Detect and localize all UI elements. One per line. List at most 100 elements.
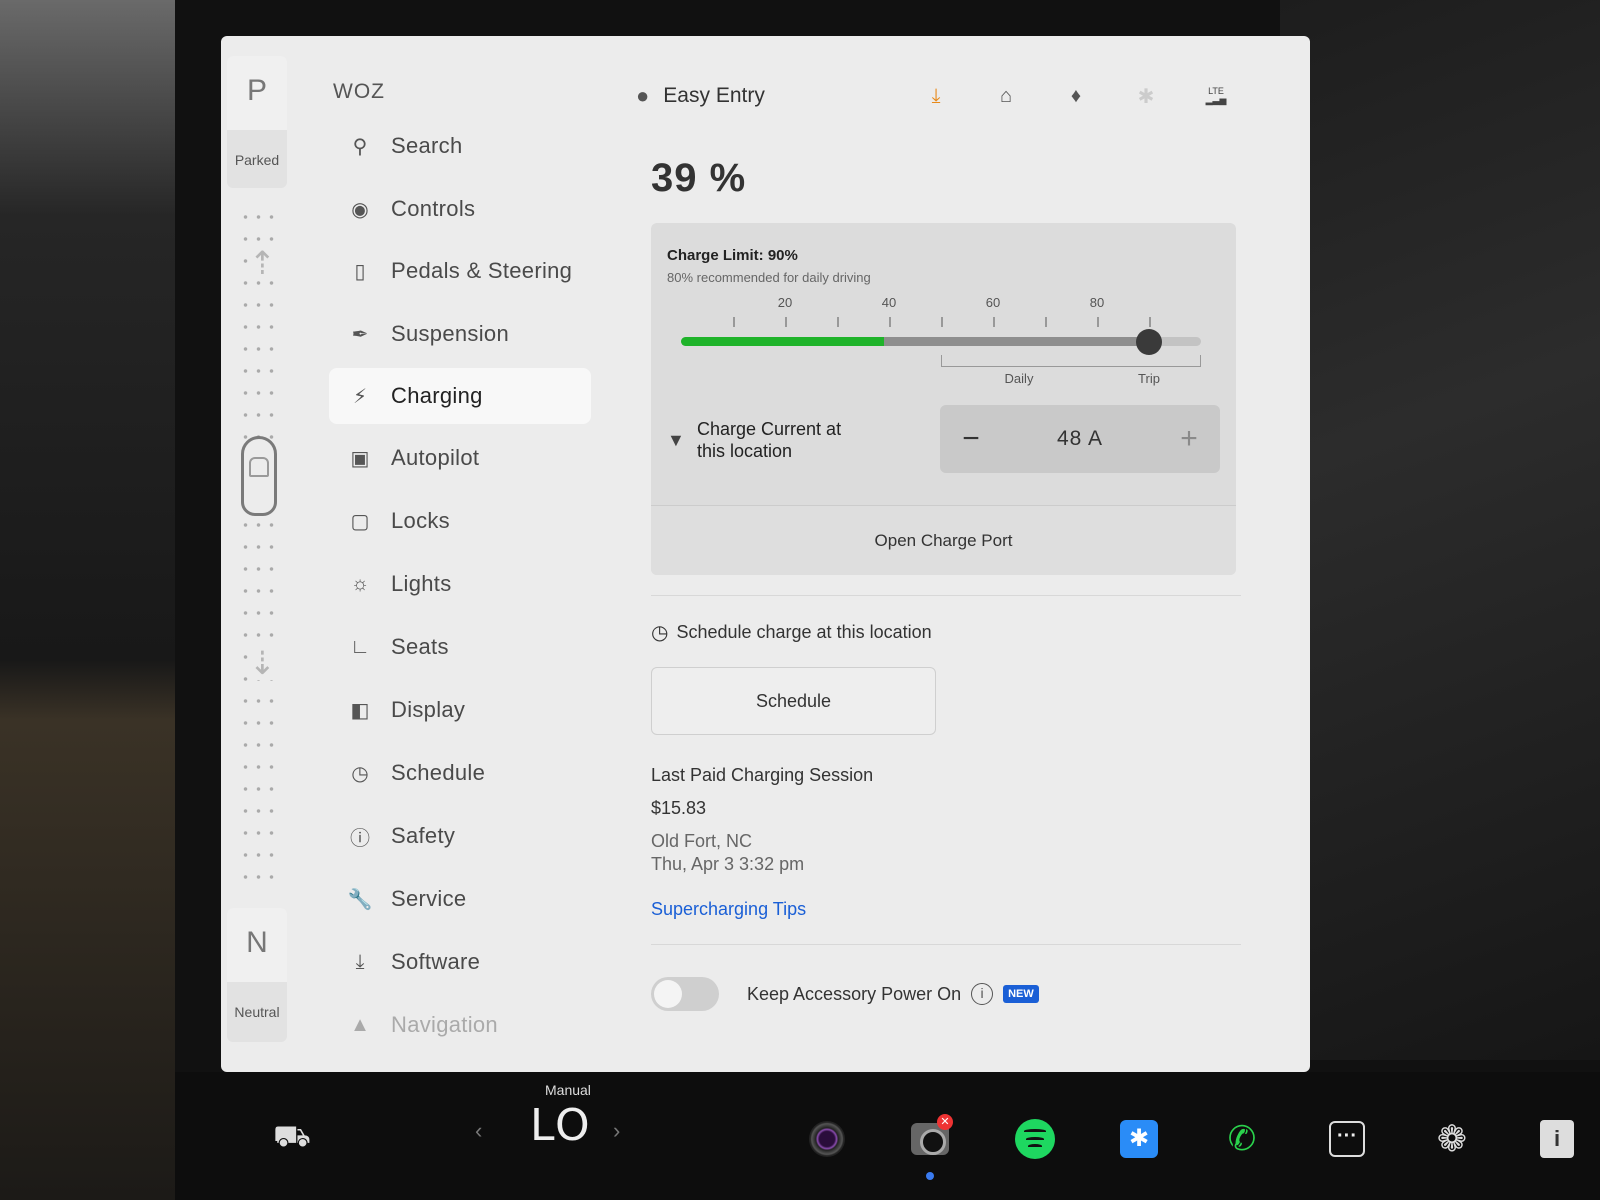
schedule-button[interactable]: Schedule	[651, 667, 936, 735]
gear-neutral-letter: N	[227, 908, 287, 982]
menu-item-seats[interactable]: ∟ Seats	[329, 619, 591, 675]
gear-dots	[239, 206, 279, 896]
menu-item-lights[interactable]: ☼ Lights	[329, 556, 591, 612]
gear-park-letter: P	[227, 56, 287, 130]
increase-current-button[interactable]: +	[1174, 422, 1204, 456]
slider-tick	[993, 317, 995, 327]
menu-item-display[interactable]: ◧ Display	[329, 682, 591, 738]
menu-item-controls[interactable]: ◉ Controls	[329, 181, 591, 237]
menu-item-safety[interactable]: ⓘ Safety	[329, 808, 591, 864]
divider	[651, 944, 1241, 945]
fan-icon[interactable]: ❁	[1425, 1112, 1479, 1166]
menu-item-schedule[interactable]: ◷ Schedule	[329, 745, 591, 801]
charging-panel: 39 % Charge Limit: 90% 80% recommended f…	[651, 156, 1241, 1011]
driver-profile-name[interactable]: Easy Entry	[663, 84, 765, 108]
charge-current-label: Charge Current at this location	[697, 418, 927, 462]
garage-icon[interactable]: ⌂	[986, 85, 1026, 108]
schedule-label: Schedule charge at this location	[676, 622, 932, 642]
status-icons: ⤓ ⌂ ♦ ✱ LTE ▂▃▅	[916, 78, 1236, 114]
menu-item-locks[interactable]: ▢ Locks	[329, 493, 591, 549]
menu-item-navigation[interactable]: ▲ Navigation	[329, 997, 591, 1053]
camera-icon[interactable]: ✕	[903, 1112, 957, 1180]
download-icon[interactable]: ⤓	[916, 85, 956, 108]
trip-range-label: Trip	[1138, 371, 1160, 386]
charge-limit-recommendation: 80% recommended for daily driving	[667, 270, 871, 285]
menu-item-label: Service	[391, 886, 467, 911]
gear-neutral[interactable]: N Neutral	[227, 908, 287, 1042]
info-icon[interactable]: i	[971, 983, 994, 1005]
download-icon: ⤓	[355, 950, 365, 973]
menu-item-charging[interactable]: ⚡ Charging	[329, 368, 591, 424]
seat-icon: ∟	[350, 635, 370, 658]
active-indicator	[926, 1172, 934, 1180]
dashcam-icon[interactable]	[800, 1112, 854, 1166]
menu-item-label: Navigation	[391, 1012, 498, 1037]
menu-item-label: Schedule	[391, 760, 486, 785]
menu-item-suspension[interactable]: ✒ Suspension	[329, 306, 591, 362]
chevron-left-icon[interactable]: ‹	[475, 1118, 482, 1144]
slider-knob[interactable]	[1136, 329, 1162, 355]
slider-tick	[889, 317, 891, 327]
open-charge-port-button[interactable]: Open Charge Port	[651, 505, 1236, 575]
slider-tick	[837, 317, 839, 327]
menu-item-pedals-steering[interactable]: ▯ Pedals & Steering	[329, 243, 591, 299]
lightning-icon: ⚡	[352, 385, 368, 408]
menu-item-software[interactable]: ⤓ Software	[329, 934, 591, 990]
accessory-power-row: Keep Accessory Power On i NEW	[651, 977, 1241, 1011]
alarm-icon: ◷	[351, 762, 369, 785]
gear-neutral-label: Neutral	[234, 1004, 280, 1020]
phone-icon[interactable]: ✆	[1215, 1112, 1269, 1166]
wrench-icon: 🔧	[347, 888, 373, 911]
gear-up-arrow-icon: ⇡	[249, 245, 276, 281]
info-icon[interactable]: i	[1530, 1112, 1584, 1166]
menu-item-label: Search	[391, 133, 463, 158]
profile-icon[interactable]: ●	[636, 83, 649, 109]
lte-signal-icon: LTE ▂▃▅	[1205, 86, 1227, 105]
slider-tick-label: 20	[777, 295, 793, 310]
car-interior-right	[1280, 0, 1600, 1060]
bluetooth-icon[interactable]: ✱	[1112, 1112, 1166, 1166]
divider	[651, 595, 1241, 596]
charge-current-stepper: − 48 A +	[940, 405, 1220, 473]
more-icon[interactable]: ···	[1320, 1112, 1374, 1166]
last-session-location: Old Fort, NC	[651, 831, 753, 851]
climate-temperature[interactable]: LO	[530, 1100, 592, 1151]
menu-item-search[interactable]: ⚲ Search	[329, 118, 591, 174]
menu-item-label: Controls	[391, 196, 476, 221]
decrease-current-button[interactable]: −	[956, 422, 986, 456]
suspension-icon: ✒	[351, 323, 369, 346]
new-badge: NEW	[1003, 985, 1039, 1003]
daily-range-label: Daily	[1004, 371, 1034, 386]
charge-limit-card: Charge Limit: 90% 80% recommended for da…	[651, 223, 1236, 575]
charge-limit-slider[interactable]: 20 40 60 80 Daily Trip	[681, 295, 1201, 395]
car-icon[interactable]: ⛟	[265, 1112, 319, 1166]
slider-limit-fill	[883, 337, 1149, 346]
spotify-icon[interactable]	[1008, 1112, 1062, 1166]
toggle-icon: ◉	[351, 198, 369, 221]
plug-icon: ▼	[667, 429, 685, 450]
accessory-power-label: Keep Accessory Power On	[747, 983, 962, 1004]
car-interior-left	[0, 0, 175, 1200]
search-icon: ⚲	[352, 135, 368, 158]
accessory-power-toggle[interactable]	[651, 977, 719, 1011]
menu-item-service[interactable]: 🔧 Service	[329, 871, 591, 927]
bluetooth-icon[interactable]: ✱	[1126, 84, 1166, 109]
supercharging-tips-link[interactable]: Supercharging Tips	[651, 899, 1241, 920]
last-session-title: Last Paid Charging Session	[651, 765, 874, 785]
bell-icon[interactable]: ♦	[1056, 85, 1096, 108]
slider-tick	[1097, 317, 1099, 327]
car-top-view-icon[interactable]	[241, 436, 277, 516]
climate-mode: Manual	[545, 1082, 591, 1098]
alert-icon: ⓘ	[350, 827, 370, 850]
menu-item-autopilot[interactable]: ▣ Autopilot	[329, 430, 591, 486]
menu-item-label: Locks	[391, 508, 450, 533]
gear-selector[interactable]: P Parked ⇡ ⇣ N Neutral	[227, 56, 289, 1056]
chevron-right-icon[interactable]: ›	[613, 1118, 620, 1144]
state-of-charge: 39 %	[651, 156, 747, 200]
touchscreen: P Parked ⇡ ⇣ N Neutral WOZ ⚲ Search ◉ Co…	[221, 36, 1310, 1072]
lock-icon: ▢	[350, 510, 370, 533]
gear-down-arrow-icon: ⇣	[249, 645, 276, 681]
climate-control: Manual ‹ LO ›	[475, 1072, 675, 1200]
gear-park[interactable]: P Parked	[227, 56, 287, 188]
slider-tick-label: 80	[1089, 295, 1105, 310]
